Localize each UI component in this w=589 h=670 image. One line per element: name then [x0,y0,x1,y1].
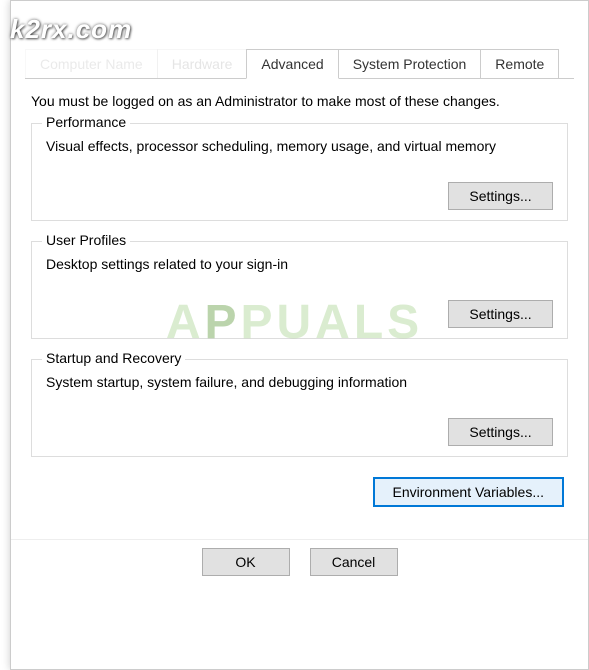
tab-advanced[interactable]: Advanced [246,49,338,79]
startup-recovery-title: Startup and Recovery [42,350,185,366]
performance-title: Performance [42,114,130,130]
startup-recovery-settings-button[interactable]: Settings... [448,418,553,446]
user-profiles-desc: Desktop settings related to your sign-in [46,256,553,272]
startup-recovery-group: Startup and Recovery System startup, sys… [31,359,568,457]
tab-hardware[interactable]: Hardware [157,49,248,78]
system-properties-dialog: Computer Name Hardware Advanced System P… [10,0,589,670]
startup-recovery-desc: System startup, system failure, and debu… [46,374,553,390]
performance-group: Performance Visual effects, processor sc… [31,123,568,221]
tab-system-protection[interactable]: System Protection [338,49,482,78]
tab-computer-name[interactable]: Computer Name [25,49,158,78]
dialog-button-row: OK Cancel [11,539,588,584]
performance-settings-button[interactable]: Settings... [448,182,553,210]
admin-notice-text: You must be logged on as an Administrato… [31,93,568,109]
tab-remote[interactable]: Remote [480,49,559,78]
performance-desc: Visual effects, processor scheduling, me… [46,138,553,154]
user-profiles-settings-button[interactable]: Settings... [448,300,553,328]
tab-content-advanced: You must be logged on as an Administrato… [11,79,588,539]
ok-button[interactable]: OK [202,548,290,576]
watermark-k2rx: k2rx.com [10,14,132,45]
environment-variables-button[interactable]: Environment Variables... [373,477,564,507]
user-profiles-title: User Profiles [42,232,130,248]
user-profiles-group: User Profiles Desktop settings related t… [31,241,568,339]
cancel-button[interactable]: Cancel [310,548,398,576]
tab-strip: Computer Name Hardware Advanced System P… [25,49,574,79]
